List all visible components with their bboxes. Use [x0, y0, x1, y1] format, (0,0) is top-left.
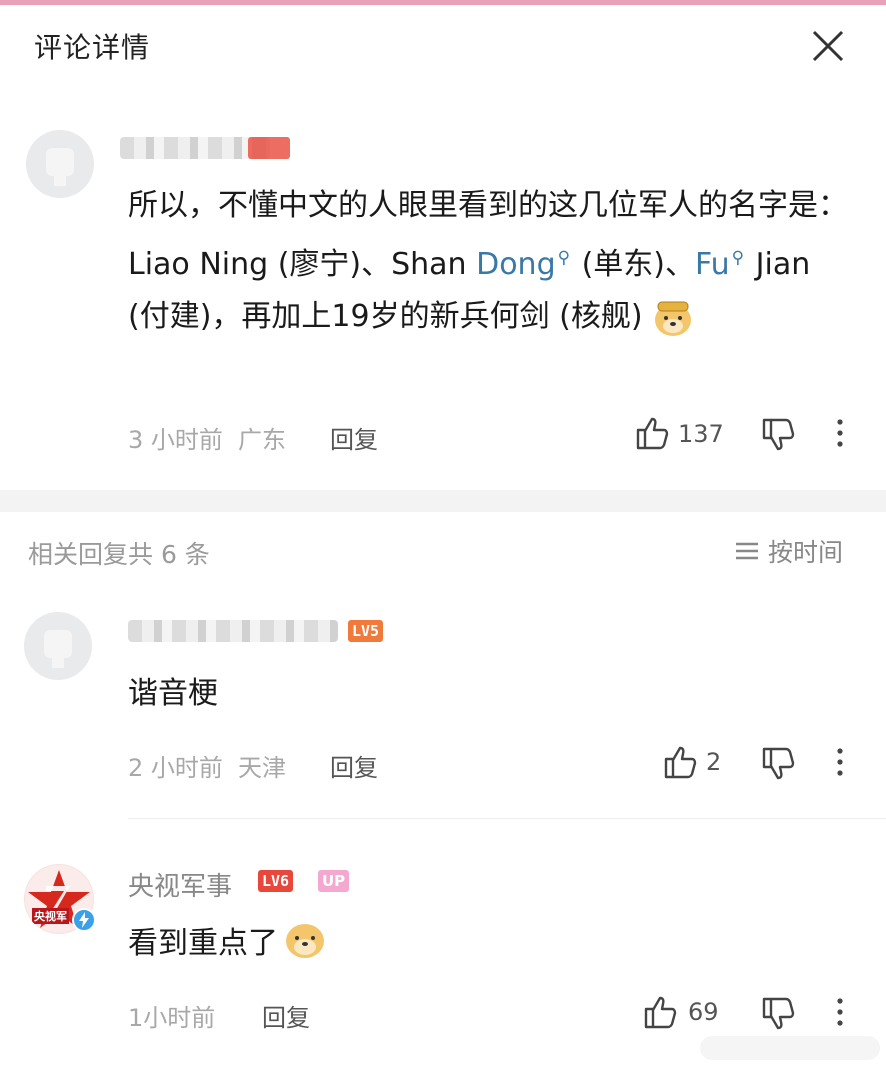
- close-icon: [812, 30, 844, 62]
- watermark: [700, 1036, 880, 1060]
- reply-time: 1小时前: [128, 1004, 216, 1032]
- thumbs-up-icon: [644, 996, 677, 1029]
- keyword-link-fu[interactable]: Fu: [695, 247, 730, 282]
- reply-text: 看到重点了: [128, 918, 326, 962]
- doge-emoji-icon: [284, 920, 326, 960]
- reply-button[interactable]: 回复: [330, 420, 378, 455]
- up-badge: UP: [318, 870, 350, 892]
- level-badge: LV5: [348, 620, 384, 642]
- like-count: 69: [688, 998, 719, 1026]
- close-button[interactable]: [808, 26, 848, 66]
- like-button[interactable]: [640, 992, 680, 1032]
- default-avatar-icon: [44, 630, 72, 668]
- reply-avatar[interactable]: [24, 612, 92, 680]
- top-accent-strip: [0, 0, 886, 5]
- dislike-button[interactable]: [758, 415, 798, 455]
- comment-time: 3 小时前: [128, 426, 223, 454]
- thumbs-up-icon: [664, 746, 697, 779]
- dislike-button[interactable]: [758, 994, 798, 1034]
- more-options-button[interactable]: [822, 413, 858, 453]
- comment-text: 所以，不懂中文的人眼里看到的这几位军人的名字是：Liao Ning (廖宁)、S…: [128, 180, 858, 343]
- verified-badge-icon: [72, 908, 96, 932]
- like-button[interactable]: [660, 742, 700, 782]
- section-divider: [0, 490, 886, 512]
- level-badge: LV6: [258, 870, 294, 892]
- search-icon: ⚲: [557, 248, 571, 268]
- more-vertical-icon: [837, 419, 843, 447]
- reply-button[interactable]: 回复: [262, 998, 310, 1033]
- page-title: 评论详情: [34, 31, 151, 64]
- level-badge: [248, 137, 290, 159]
- comment-location: 广东: [238, 426, 286, 454]
- reply-time: 2 小时前: [128, 754, 223, 782]
- more-options-button[interactable]: [822, 742, 858, 782]
- thumbs-down-icon: [762, 997, 795, 1030]
- doge-emoji-icon: [652, 298, 694, 338]
- commenter-avatar[interactable]: [26, 130, 94, 198]
- reply-divider: [128, 818, 886, 819]
- avatar-caption: 央视军: [32, 908, 69, 924]
- thumbs-up-icon: [636, 417, 669, 450]
- list-sort-icon: [736, 542, 758, 560]
- like-count: 2: [706, 748, 722, 776]
- keyword-link-dong[interactable]: Dong: [476, 247, 556, 282]
- more-vertical-icon: [837, 998, 843, 1026]
- default-avatar-icon: [46, 148, 74, 186]
- thumbs-down-icon: [762, 418, 795, 451]
- like-button[interactable]: [632, 413, 672, 453]
- reply-button[interactable]: 回复: [330, 748, 378, 783]
- more-vertical-icon: [837, 748, 843, 776]
- reply-name-blurred[interactable]: [128, 620, 338, 642]
- more-options-button[interactable]: [822, 992, 858, 1032]
- like-count: 137: [678, 420, 724, 448]
- sort-label: 按时间: [768, 538, 844, 567]
- reply-location: 天津: [238, 754, 286, 782]
- reply-text: 谐音梗: [128, 676, 218, 711]
- replies-count-title: 相关回复共 6 条: [28, 540, 210, 569]
- search-icon: ⚲: [731, 248, 745, 268]
- dislike-button[interactable]: [758, 744, 798, 784]
- thumbs-down-icon: [762, 747, 795, 780]
- reply-author-name[interactable]: 央视军事: [128, 866, 232, 903]
- sort-button[interactable]: 按时间: [734, 533, 843, 569]
